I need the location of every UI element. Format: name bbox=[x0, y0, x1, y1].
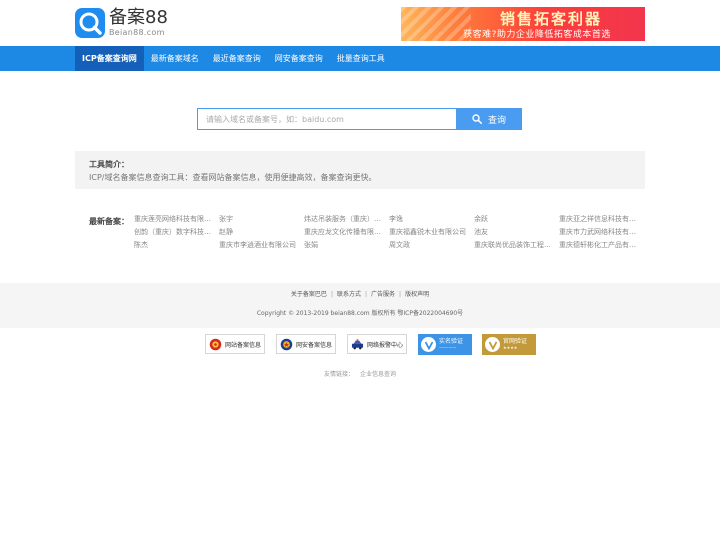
logo-domain: Beian88.com bbox=[109, 28, 165, 37]
latest-item[interactable]: 炜达吊装服务（重庆）有限公司 bbox=[304, 214, 382, 225]
latest-item[interactable]: 重庆德轩彬化工产品有限公司 bbox=[559, 240, 637, 251]
site-logo[interactable]: 备案88 Beian88.com bbox=[75, 8, 168, 38]
latest-item[interactable]: 创韵（重庆）数字科技有限公司 bbox=[134, 227, 212, 238]
friend-link-item[interactable]: 企业信息查询 bbox=[360, 371, 396, 378]
footer-link-copyright[interactable]: 版权声明 bbox=[405, 291, 429, 298]
badge-official-site[interactable]: 官网验证 ★★★★ bbox=[482, 334, 537, 355]
footer-link-ads[interactable]: 广告服务 bbox=[371, 291, 395, 298]
badge-security-record[interactable]: 网安备案信息 bbox=[276, 334, 337, 354]
search-input[interactable] bbox=[197, 108, 456, 130]
friend-links: 友情链接： 企业信息查询 bbox=[0, 369, 720, 378]
latest-item[interactable]: 重庆联尚优品装饰工程有限公司 bbox=[474, 240, 552, 251]
police-emblem-icon bbox=[280, 338, 293, 350]
latest-item[interactable]: 赵静 bbox=[219, 227, 297, 238]
badge-real-name[interactable]: 实名验证 ——·—— bbox=[418, 334, 473, 355]
friend-links-label: 友情链接： bbox=[323, 371, 354, 378]
nav-list: ICP备案查询网 最新备案域名 最近备案查询 网安备案查询 批量查询工具 bbox=[75, 46, 392, 71]
footer-links: 关于备案巴巴 | 联系方式 | 广告服务 | 版权声明 bbox=[0, 289, 720, 298]
logo-magnifier-icon bbox=[75, 8, 105, 38]
badge-small: ★★★★ bbox=[503, 344, 518, 350]
v-check-icon bbox=[421, 337, 437, 352]
intro-text: ICP/域名备案信息查询工具：查看网站备案信息，使用便捷高效，备案查询更快。 bbox=[89, 173, 377, 182]
footer: 关于备案巴巴 | 联系方式 | 广告服务 | 版权声明 Copyright © 2013-2… bbox=[0, 283, 720, 328]
badge-small: ——·—— bbox=[439, 344, 457, 350]
latest-item[interactable]: 重庆福鑫锐木业有限公司 bbox=[389, 227, 467, 238]
latest-item[interactable]: 张娟 bbox=[304, 240, 382, 251]
badge-label: 网站备案信息 bbox=[225, 341, 262, 349]
ad-banner[interactable]: 销售拓客利器 获客难?助力企业降低拓客成本首选 bbox=[401, 7, 645, 41]
latest-item[interactable]: 重庆应龙文化传播有限公司 bbox=[304, 227, 382, 238]
badge-police-center[interactable]: 网络报警中心 bbox=[347, 334, 408, 354]
latest-item[interactable]: 张宇 bbox=[219, 214, 297, 225]
nav-item-recent-queries[interactable]: 最近备案查询 bbox=[206, 46, 268, 71]
latest-item[interactable]: 重庆莲亮网络科技有限公司 bbox=[134, 214, 212, 225]
intro-title: 工具简介： bbox=[89, 160, 129, 169]
footer-link-contact[interactable]: 联系方式 bbox=[337, 291, 361, 298]
footer-separator: | bbox=[330, 291, 333, 298]
footer-separator: | bbox=[399, 291, 402, 298]
nav-item-latest-domains[interactable]: 最新备案域名 bbox=[144, 46, 206, 71]
search-button[interactable]: 查询 bbox=[456, 108, 522, 130]
latest-item[interactable]: 重庆市李逍酒业有限公司 bbox=[219, 240, 297, 251]
nav-item-icp-query[interactable]: ICP备案查询网 bbox=[75, 46, 144, 71]
police-car-icon bbox=[351, 338, 364, 349]
badge-site-record[interactable]: 网站备案信息 bbox=[205, 334, 266, 354]
trust-badges: 网站备案信息 网安备案信息 网络报警中心 实名验证 ——·—— 官网验证 ★★★… bbox=[205, 334, 537, 356]
main-navbar: ICP备案查询网 最新备案域名 最近备案查询 网安备案查询 批量查询工具 bbox=[0, 46, 720, 71]
latest-item[interactable]: 池友 bbox=[474, 227, 552, 238]
latest-item[interactable]: 重庆市力武网络科技有限公司 bbox=[559, 227, 637, 238]
latest-item[interactable]: 陈杰 bbox=[134, 240, 212, 251]
latest-label: 最新备案： bbox=[89, 217, 129, 226]
footer-link-about[interactable]: 关于备案巴巴 bbox=[291, 291, 327, 298]
v-check-icon bbox=[485, 337, 501, 352]
national-emblem-icon bbox=[209, 338, 222, 350]
ad-subtitle: 获客难?助力企业降低拓客成本首选 bbox=[463, 30, 611, 40]
ad-title: 销售拓客利器 bbox=[499, 10, 602, 28]
search-icon bbox=[472, 114, 482, 124]
nav-item-batch-tool[interactable]: 批量查询工具 bbox=[330, 46, 392, 71]
latest-records: 最新备案： 重庆莲亮网络科技有限公司 张宇 炜达吊装服务（重庆）有限公司 李逸 … bbox=[75, 214, 645, 254]
badge-label: 网安备案信息 bbox=[296, 341, 333, 349]
badge-label: 网络报警中心 bbox=[367, 341, 404, 349]
tool-intro-panel: 工具简介： ICP/域名备案信息查询工具：查看网站备案信息，使用便捷高效，备案查… bbox=[75, 151, 645, 189]
search-bar: 查询 bbox=[197, 108, 522, 130]
copyright: Copyright © 2013-2019 beian88.com 版权所有 鄂… bbox=[256, 310, 464, 317]
latest-item[interactable]: 周文政 bbox=[389, 240, 467, 251]
logo-name: 备案88 bbox=[109, 7, 168, 28]
latest-item[interactable]: 余跃 bbox=[474, 214, 552, 225]
latest-item[interactable]: 重庆亚之祥信息科技有限公司 bbox=[559, 214, 637, 225]
latest-item[interactable]: 李逸 bbox=[389, 214, 467, 225]
nav-item-security-query[interactable]: 网安备案查询 bbox=[268, 46, 330, 71]
search-button-label: 查询 bbox=[487, 115, 506, 126]
latest-grid: 重庆莲亮网络科技有限公司 张宇 炜达吊装服务（重庆）有限公司 李逸 余跃 重庆亚… bbox=[134, 214, 645, 251]
header: 备案88 Beian88.com 销售拓客利器 获客难?助力企业降低拓客成本首选 bbox=[0, 0, 720, 46]
footer-separator: | bbox=[364, 291, 368, 298]
